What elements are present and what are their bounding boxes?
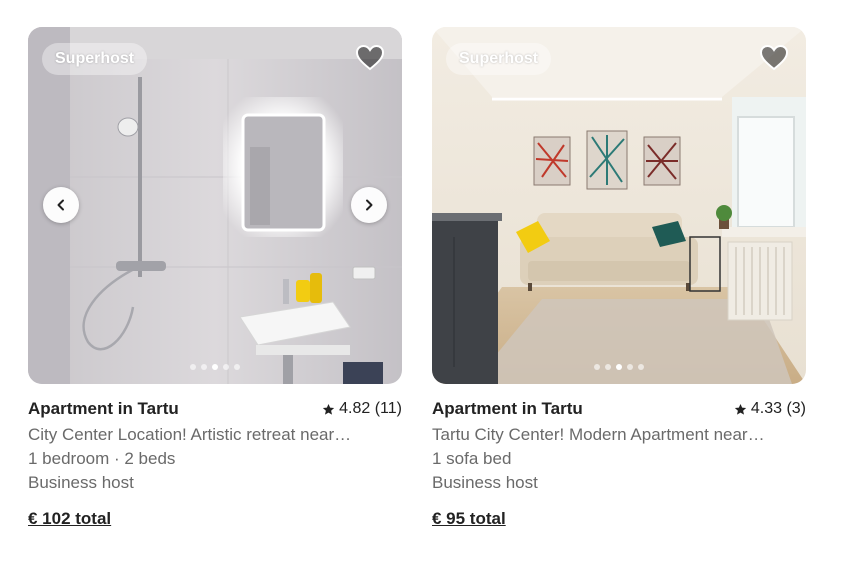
listing-beds: 1 bedroom · 2 beds xyxy=(28,449,176,468)
listing-title: Apartment in Tartu xyxy=(28,399,179,418)
listing-info-2: Apartment in Tartu 4.33 (3) Tartu City C… xyxy=(432,384,806,529)
next-photo-button[interactable] xyxy=(351,187,387,223)
listing-description: City Center Location! Artistic retreat n… xyxy=(28,425,352,444)
listing-price-link[interactable]: € 95 total xyxy=(432,509,506,529)
chevron-left-icon xyxy=(57,199,64,211)
photo-pagination-dots xyxy=(28,364,402,370)
listing-beds: 1 sofa bed xyxy=(432,449,512,468)
listing-info-1: Apartment in Tartu 4.82 (11) City Center… xyxy=(28,384,402,529)
listing-card-2[interactable]: Superhost Apartment in Tartu 4.33 (3) Ta… xyxy=(432,27,806,529)
listing-title: Apartment in Tartu xyxy=(432,399,583,418)
listing-card-1[interactable]: Superhost Apartment in Tartu 4.82 (11) C… xyxy=(28,27,402,529)
pagination-dot xyxy=(627,364,633,370)
listing-host-type: Business host xyxy=(28,473,134,492)
star-icon xyxy=(734,403,746,415)
pagination-dot xyxy=(605,364,611,370)
pagination-dot xyxy=(594,364,600,370)
listing-price-link[interactable]: € 102 total xyxy=(28,509,111,529)
chevron-right-icon xyxy=(366,199,373,211)
pagination-dot xyxy=(638,364,644,370)
superhost-badge: Superhost xyxy=(42,43,148,75)
listing-rating: 4.33 (3) xyxy=(734,400,806,418)
listing-rating: 4.82 (11) xyxy=(322,400,402,418)
rating-value: 4.33 (3) xyxy=(750,400,806,417)
pagination-dot xyxy=(223,364,229,370)
pagination-dot xyxy=(212,364,218,370)
listing-photo-1[interactable]: Superhost xyxy=(28,27,402,384)
bathroom-photo xyxy=(28,27,402,384)
pagination-dot xyxy=(201,364,207,370)
pagination-dot xyxy=(616,364,622,370)
listing-photo-2[interactable]: Superhost xyxy=(432,27,806,384)
superhost-badge: Superhost xyxy=(446,43,552,75)
heart-icon[interactable] xyxy=(760,45,788,71)
rating-value: 4.82 (11) xyxy=(339,400,402,417)
living-room-photo xyxy=(432,27,806,384)
heart-icon[interactable] xyxy=(356,45,384,71)
listing-host-type: Business host xyxy=(432,473,538,492)
pagination-dot xyxy=(190,364,196,370)
listing-description: Tartu City Center! Modern Apartment near… xyxy=(432,425,765,444)
photo-pagination-dots xyxy=(432,364,806,370)
pagination-dot xyxy=(234,364,240,370)
star-icon xyxy=(323,403,335,415)
previous-photo-button[interactable] xyxy=(43,187,79,223)
